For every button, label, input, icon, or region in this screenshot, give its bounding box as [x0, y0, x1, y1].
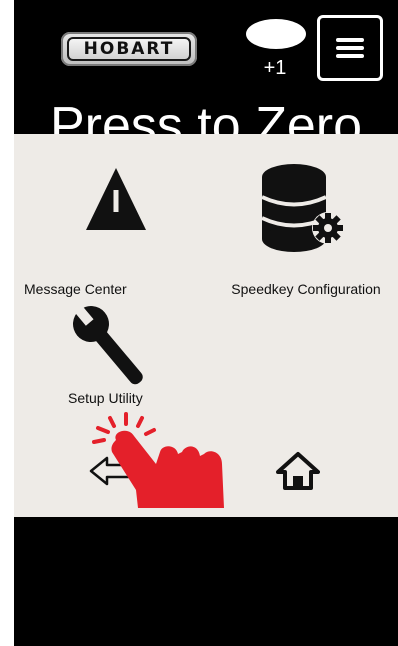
setup-utility-tile[interactable]: Setup Utility	[14, 302, 214, 412]
setup-utility-label: Setup Utility	[68, 390, 143, 406]
back-button[interactable]	[88, 454, 132, 488]
speedkey-configuration-tile[interactable]: Speedkey Configuration	[214, 160, 398, 297]
device-screen: HOBART +1 Press to Zero Message Center S…	[14, 0, 398, 646]
database-gear-icon	[261, 164, 344, 252]
hamburger-icon	[336, 38, 364, 42]
arrow-left-icon	[89, 456, 131, 486]
home-button[interactable]	[276, 450, 320, 492]
menu-panel: Message Center Speedkey Configuration Se…	[14, 134, 398, 517]
user-count-badge: +1	[263, 57, 287, 79]
message-center-label: Message Center	[24, 281, 127, 297]
menu-button[interactable]	[317, 15, 383, 81]
message-center-tile[interactable]: Message Center	[14, 164, 214, 297]
user-avatar[interactable]	[246, 19, 306, 49]
brand-name: HOBART	[67, 37, 191, 61]
hobart-logo: HOBART	[61, 32, 197, 66]
speedkey-configuration-label: Speedkey Configuration	[231, 281, 381, 297]
warning-triangle-icon	[86, 168, 146, 230]
home-icon	[276, 452, 320, 490]
